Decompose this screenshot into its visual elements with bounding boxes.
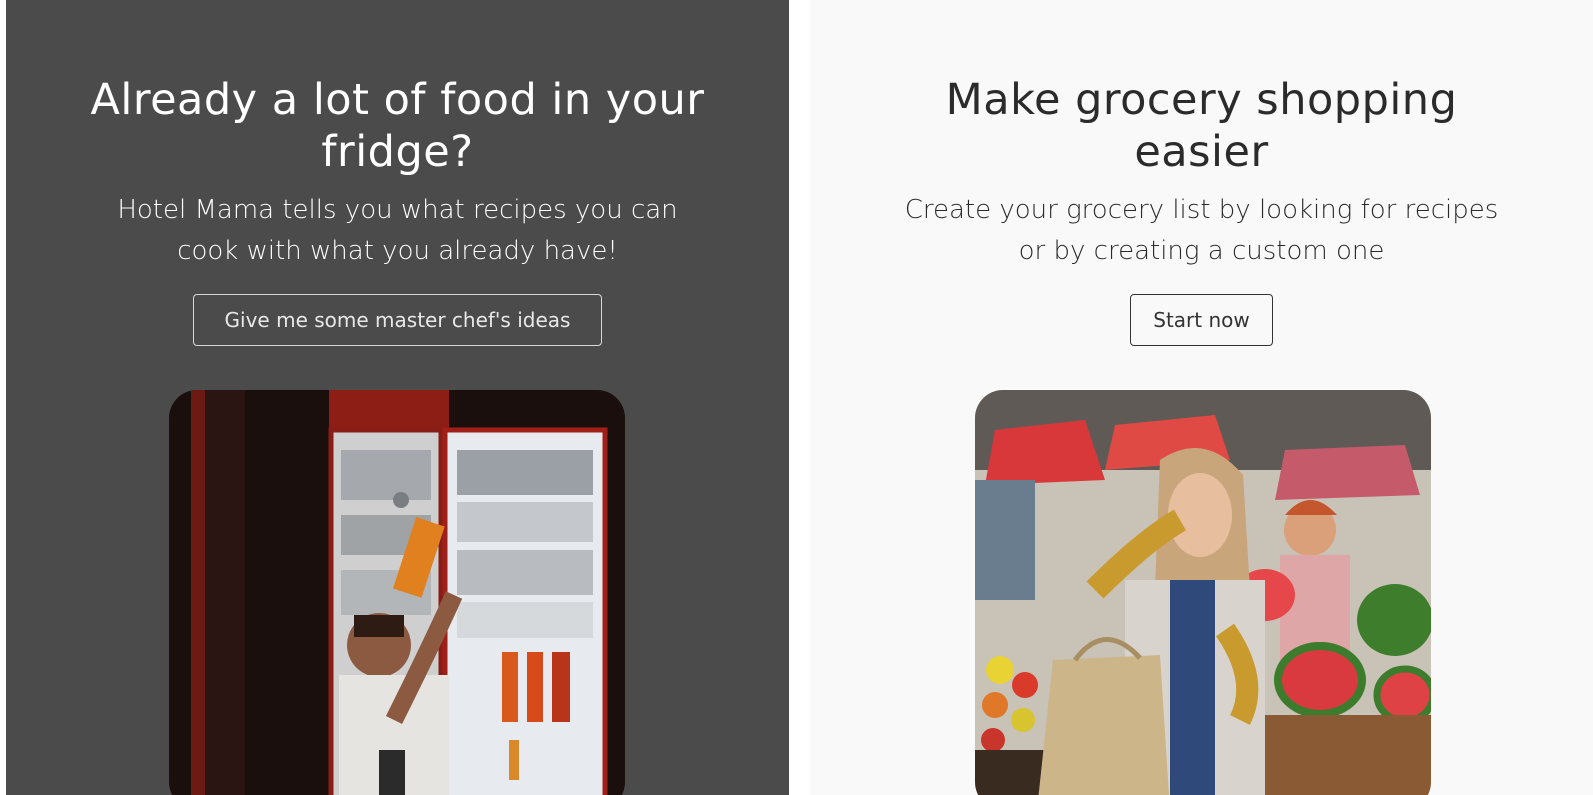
grocery-section-title: Make grocery shopping easier — [945, 75, 1458, 177]
grocery-section-subtitle: Create your grocery list by looking for … — [904, 195, 1499, 266]
fridge-photo — [169, 390, 625, 795]
fridge-ideas-section: Already a lot of food in your fridge? Ho… — [6, 0, 789, 795]
market-photo — [975, 390, 1431, 795]
fridge-section-subtitle: Hotel Mama tells you what recipes you ca… — [117, 195, 678, 266]
fridge-section-title: Already a lot of food in your fridge? — [90, 75, 705, 177]
grocery-shopping-section: Make grocery shopping easier Create your… — [810, 0, 1593, 795]
page: Already a lot of food in your fridge? Ho… — [0, 0, 1593, 795]
market-photo-illustration — [975, 390, 1431, 795]
master-chef-ideas-button[interactable]: Give me some master chef's ideas — [193, 294, 602, 346]
start-now-button[interactable]: Start now — [1130, 294, 1273, 346]
fridge-photo-illustration — [169, 390, 625, 795]
